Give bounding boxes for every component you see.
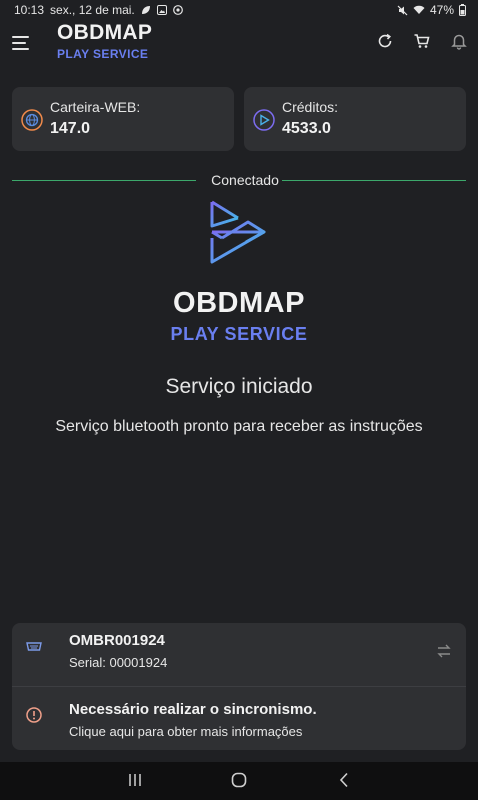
- divider-line-right: [282, 180, 466, 181]
- app-brand: OBDMAP PLAY SERVICE: [57, 21, 152, 61]
- status-date: sex., 12 de mai.: [50, 3, 135, 17]
- device-serial: Serial: 00001924: [69, 655, 168, 670]
- credits-label: Créditos:: [282, 99, 339, 115]
- menu-button[interactable]: [12, 33, 32, 51]
- connection-status: Conectado: [211, 172, 279, 188]
- globe-icon: [21, 109, 43, 131]
- app-bar: OBDMAP PLAY SERVICE: [0, 20, 478, 70]
- swap-icon[interactable]: [436, 643, 452, 659]
- divider-line-left: [12, 180, 196, 181]
- obdmap-logo: [210, 200, 266, 264]
- credits-card[interactable]: Créditos: 4533.0: [244, 87, 466, 151]
- status-bar: 10:13 sex., 12 de mai. 47%: [0, 0, 478, 20]
- status-time: 10:13: [14, 3, 45, 17]
- battery-percent: 47%: [429, 3, 454, 17]
- leaf-icon: [141, 6, 150, 14]
- obd-connector-icon: [26, 642, 42, 651]
- wallet-card[interactable]: Carteira-WEB: 147.0: [12, 87, 234, 151]
- device-row[interactable]: OMBR001924 Serial: 00001924: [12, 623, 466, 686]
- recent-apps-icon[interactable]: [128, 773, 142, 787]
- battery-icon: [459, 4, 466, 16]
- hero-subtitle: PLAY SERVICE: [170, 324, 308, 344]
- play-credit-icon: [253, 109, 275, 131]
- chat-icon: [172, 5, 183, 15]
- sync-row[interactable]: Necessário realizar o sincronismo. Cliqu…: [12, 687, 466, 750]
- cart-icon[interactable]: [413, 32, 431, 50]
- menu-icon: [12, 36, 29, 38]
- connection-divider: Conectado: [12, 172, 466, 190]
- service-message: Serviço bluetooth pronto para receber as…: [55, 418, 423, 435]
- device-name: OMBR001924: [69, 632, 165, 649]
- home-icon[interactable]: [231, 772, 247, 788]
- back-icon[interactable]: [338, 772, 350, 788]
- credits-value: 4533.0: [282, 120, 331, 137]
- wallet-value: 147.0: [50, 120, 91, 137]
- app-subtitle: PLAY SERVICE: [57, 47, 149, 61]
- system-nav-bar: [0, 762, 478, 800]
- bell-icon[interactable]: [450, 32, 468, 50]
- mute-icon: [397, 5, 408, 15]
- wallet-label: Carteira-WEB:: [50, 99, 141, 115]
- app-title: OBDMAP: [57, 21, 153, 44]
- alert-circle-icon: [26, 707, 42, 723]
- service-title: Serviço iniciado: [165, 375, 313, 398]
- sync-title: Necessário realizar o sincronismo.: [69, 701, 317, 718]
- sync-subtitle: Clique aqui para obter mais informações: [69, 724, 303, 739]
- image-icon: [156, 5, 167, 15]
- device-sync-card: OMBR001924 Serial: 00001924 Necessário r…: [12, 623, 466, 750]
- wifi-icon: [413, 5, 425, 14]
- hero-title: OBDMAP: [173, 287, 305, 319]
- refresh-icon[interactable]: [376, 32, 394, 50]
